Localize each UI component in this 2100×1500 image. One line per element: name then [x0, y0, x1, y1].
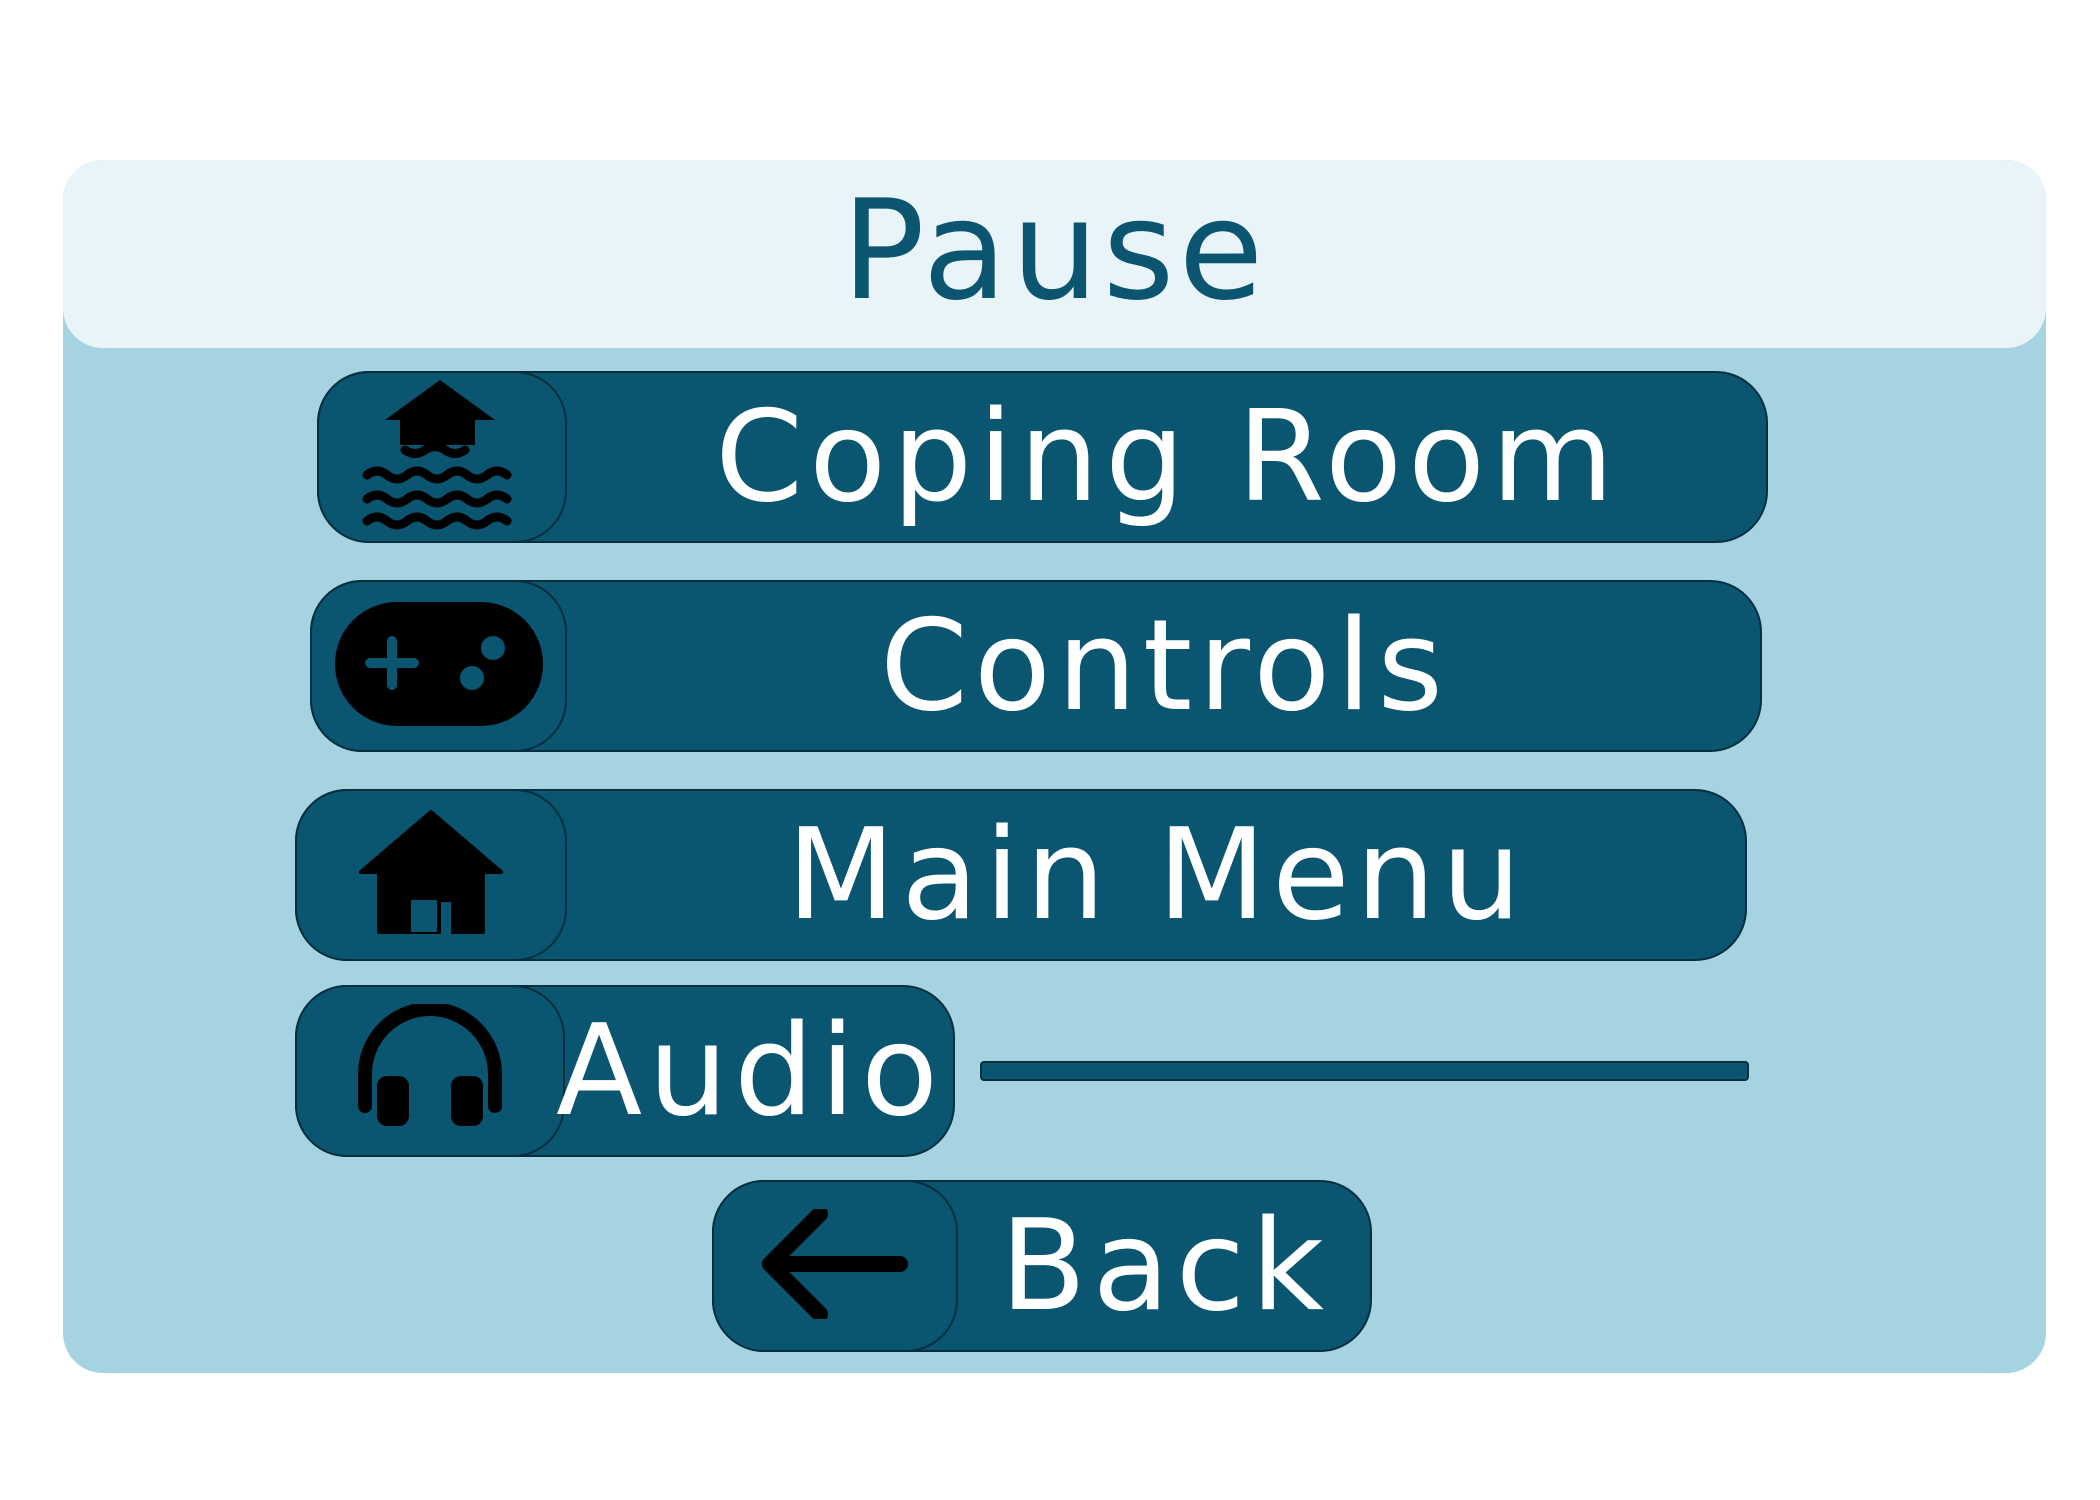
controls-label: Controls	[879, 592, 1450, 739]
back-label: Back	[1000, 1192, 1330, 1339]
controls-button[interactable]: Controls	[310, 580, 1762, 752]
audio-volume-slider[interactable]	[980, 1061, 1749, 1081]
back-button[interactable]: Back	[712, 1180, 1372, 1352]
coping-room-label: Coping Room	[715, 383, 1620, 530]
flooded-house-icon	[357, 375, 527, 539]
headphones-icon	[355, 1002, 505, 1138]
controls-icon-box	[310, 580, 567, 752]
pause-header: Pause	[63, 160, 2046, 348]
coping-room-icon-box	[317, 371, 567, 543]
audio-button[interactable]: Audio	[295, 985, 955, 1157]
audio-icon-box	[295, 985, 565, 1157]
audio-label: Audio	[555, 997, 945, 1144]
back-icon-box	[712, 1180, 958, 1352]
arrow-left-icon	[760, 1206, 910, 1323]
home-icon	[356, 808, 506, 942]
main-menu-label: Main Menu	[786, 801, 1528, 948]
coping-room-button[interactable]: Coping Room	[317, 371, 1768, 543]
main-menu-button[interactable]: Main Menu	[295, 789, 1747, 961]
page-title: Pause	[841, 170, 1268, 331]
gamepad-icon	[333, 600, 545, 732]
main-menu-icon-box	[295, 789, 567, 961]
